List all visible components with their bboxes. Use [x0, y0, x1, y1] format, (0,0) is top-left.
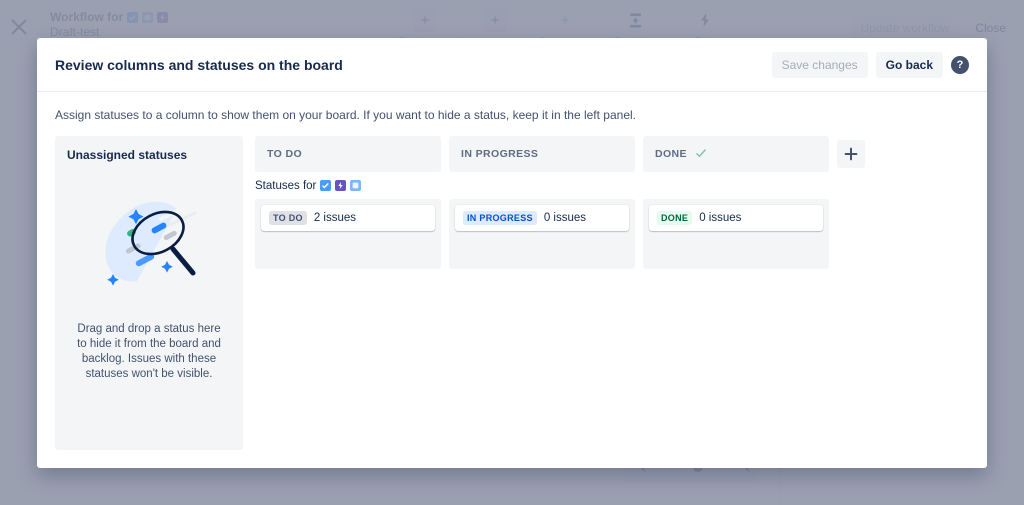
status-issue-count: 0 issues: [544, 212, 586, 224]
modal-header: Review columns and statuses on the board…: [37, 38, 987, 92]
question-mark-icon[interactable]: ?: [951, 56, 969, 74]
save-changes-button[interactable]: Save changes: [772, 52, 868, 78]
unassigned-statuses-panel[interactable]: Unassigned statuses: [55, 136, 243, 450]
column-spacer: [449, 172, 635, 199]
status-lozenge: TO DO: [269, 211, 307, 225]
board-column-done[interactable]: DONE DONE 0 issues: [643, 136, 829, 450]
story-icon: [350, 180, 361, 191]
status-card[interactable]: IN PROGRESS 0 issues: [455, 205, 629, 231]
column-dropzone[interactable]: DONE 0 issues: [643, 199, 829, 269]
statuses-for-label: Statuses for: [255, 180, 316, 192]
column-header[interactable]: DONE: [643, 136, 829, 172]
check-icon: [695, 147, 707, 162]
column-header[interactable]: TO DO: [255, 136, 441, 172]
statuses-for-row: Statuses for: [255, 172, 441, 199]
column-header-label: TO DO: [267, 148, 302, 160]
modal-body: Unassigned statuses: [37, 136, 987, 468]
unassigned-empty-state: Drag and drop a status here to hide it f…: [67, 162, 231, 438]
column-header-label: DONE: [655, 148, 687, 160]
status-issue-count: 2 issues: [314, 212, 356, 224]
column-dropzone[interactable]: TO DO 2 issues: [255, 199, 441, 269]
magnifying-glass-illustration: [89, 189, 209, 304]
add-column-button[interactable]: [837, 140, 865, 168]
unassigned-statuses-title: Unassigned statuses: [67, 148, 231, 162]
modal-description: Assign statuses to a column to show them…: [37, 92, 987, 136]
modal-header-actions: Save changes Go back ?: [772, 52, 969, 78]
status-card[interactable]: DONE 0 issues: [649, 205, 823, 231]
review-columns-modal: Review columns and statuses on the board…: [37, 38, 987, 468]
task-icon: [320, 180, 331, 191]
column-header[interactable]: IN PROGRESS: [449, 136, 635, 172]
board-column-inprogress[interactable]: IN PROGRESS IN PROGRESS 0 issues: [449, 136, 635, 450]
status-card[interactable]: TO DO 2 issues: [261, 205, 435, 231]
column-header-label: IN PROGRESS: [461, 148, 538, 160]
epic-icon: [335, 180, 346, 191]
page-title: Review columns and statuses on the board: [55, 57, 343, 73]
status-lozenge: IN PROGRESS: [463, 211, 537, 225]
board-columns: TO DO Statuses for TO DO: [255, 136, 969, 450]
unassigned-empty-text: Drag and drop a status here to hide it f…: [75, 322, 223, 382]
status-lozenge: DONE: [657, 211, 692, 225]
status-issue-count: 0 issues: [699, 212, 741, 224]
board-column-todo[interactable]: TO DO Statuses for TO DO: [255, 136, 441, 450]
column-dropzone[interactable]: IN PROGRESS 0 issues: [449, 199, 635, 269]
column-spacer: [643, 172, 829, 199]
go-back-button[interactable]: Go back: [876, 52, 943, 78]
